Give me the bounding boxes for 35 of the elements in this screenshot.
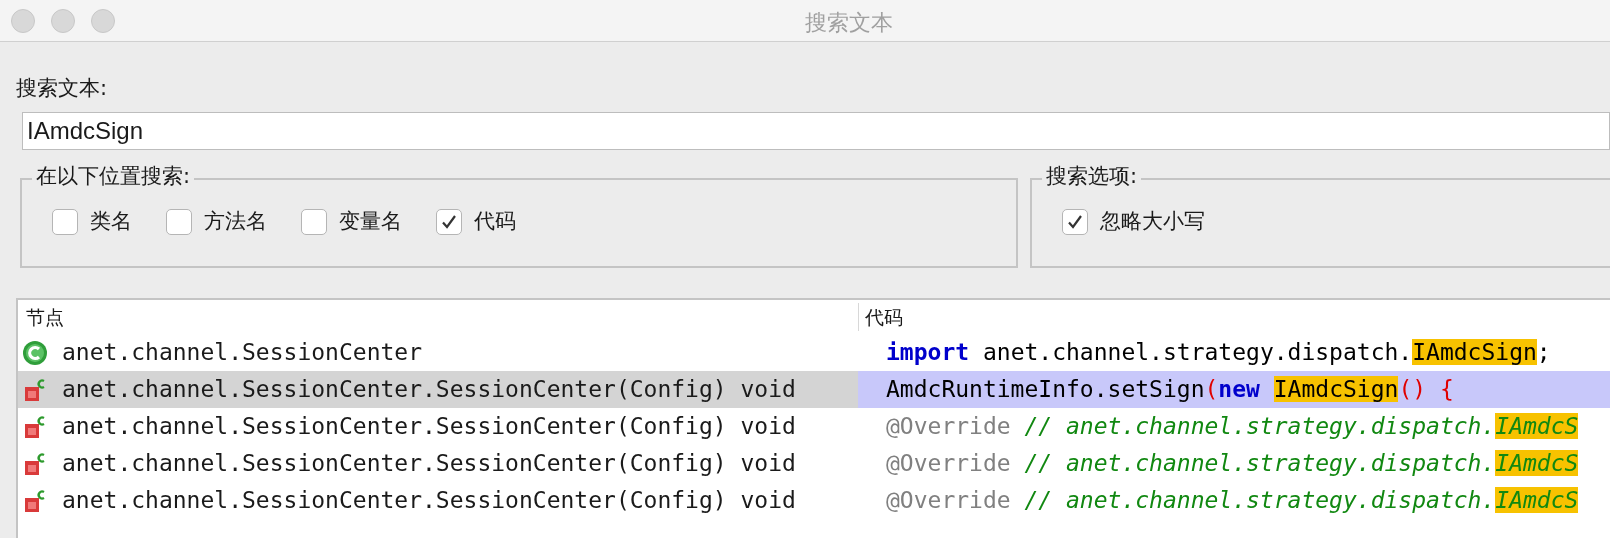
window-title: 搜索文本: [805, 9, 893, 37]
node-text: anet.channel.SessionCenter.SessionCenter(Config) void: [62, 412, 796, 442]
class-icon: [22, 339, 48, 366]
node-text: anet.channel.SessionCenter: [62, 338, 423, 368]
code-line: AmdcRuntimeInfo.setSign(new IAmdcSign() {: [886, 375, 1454, 405]
code-line: @Override // anet.channel.strategy.dispatch.IAmdcS: [886, 449, 1579, 479]
option-label: 忽略大小写: [1100, 208, 1205, 235]
result-row[interactable]: anet.channel.SessionCenter.SessionCenter(Config) void @Override // anet.channel.strategy.dispatch.IAmdcS: [18, 482, 1610, 519]
checkbox[interactable]: [1062, 208, 1088, 235]
search-field[interactable]: IAmdcSign: [22, 112, 1610, 150]
code-line: @Override // anet.channel.strategy.dispatch.IAmdcS: [886, 486, 1579, 516]
checkbox[interactable]: [52, 208, 78, 235]
checkbox[interactable]: [166, 208, 192, 235]
option-label: 类名: [90, 208, 132, 235]
column-header[interactable]: 节点: [18, 302, 858, 332]
close-button[interactable]: [11, 8, 35, 33]
checkbox[interactable]: [301, 208, 327, 235]
code-line: import anet.channel.strategy.dispatch.IAmdcSign;: [886, 338, 1551, 368]
result-row[interactable]: anet.channel.SessionCenter import anet.channel.strategy.dispatch.IAmdcSign;: [18, 334, 1610, 371]
option-label: 变量名: [339, 208, 402, 235]
node-text: anet.channel.SessionCenter.SessionCenter(Config) void: [62, 449, 796, 479]
check-icon: [1067, 213, 1083, 230]
option-label: 方法名: [204, 208, 267, 235]
minimize-button[interactable]: [51, 8, 75, 33]
column-header[interactable]: 代码: [858, 302, 1610, 332]
result-row[interactable]: anet.channel.SessionCenter.SessionCenter(Config) void @Override // anet.channel.strategy.dispatch.IAmdcS: [18, 408, 1610, 445]
option-label: 代码: [474, 208, 516, 235]
result-row[interactable]: anet.channel.SessionCenter.SessionCenter(Config) void @Override // anet.channel.strategy.dispatch.IAmdcS: [18, 445, 1610, 482]
node-text: anet.channel.SessionCenter.SessionCenter(Config) void: [62, 486, 796, 516]
code-line: @Override // anet.channel.strategy.dispatch.IAmdcS: [886, 412, 1579, 442]
search-label: 搜索文本:: [16, 76, 108, 100]
check-icon: [441, 213, 457, 230]
maximize-button[interactable]: [91, 8, 115, 33]
checkbox[interactable]: [436, 208, 462, 235]
node-text: anet.channel.SessionCenter.SessionCenter(Config) void: [62, 375, 796, 405]
